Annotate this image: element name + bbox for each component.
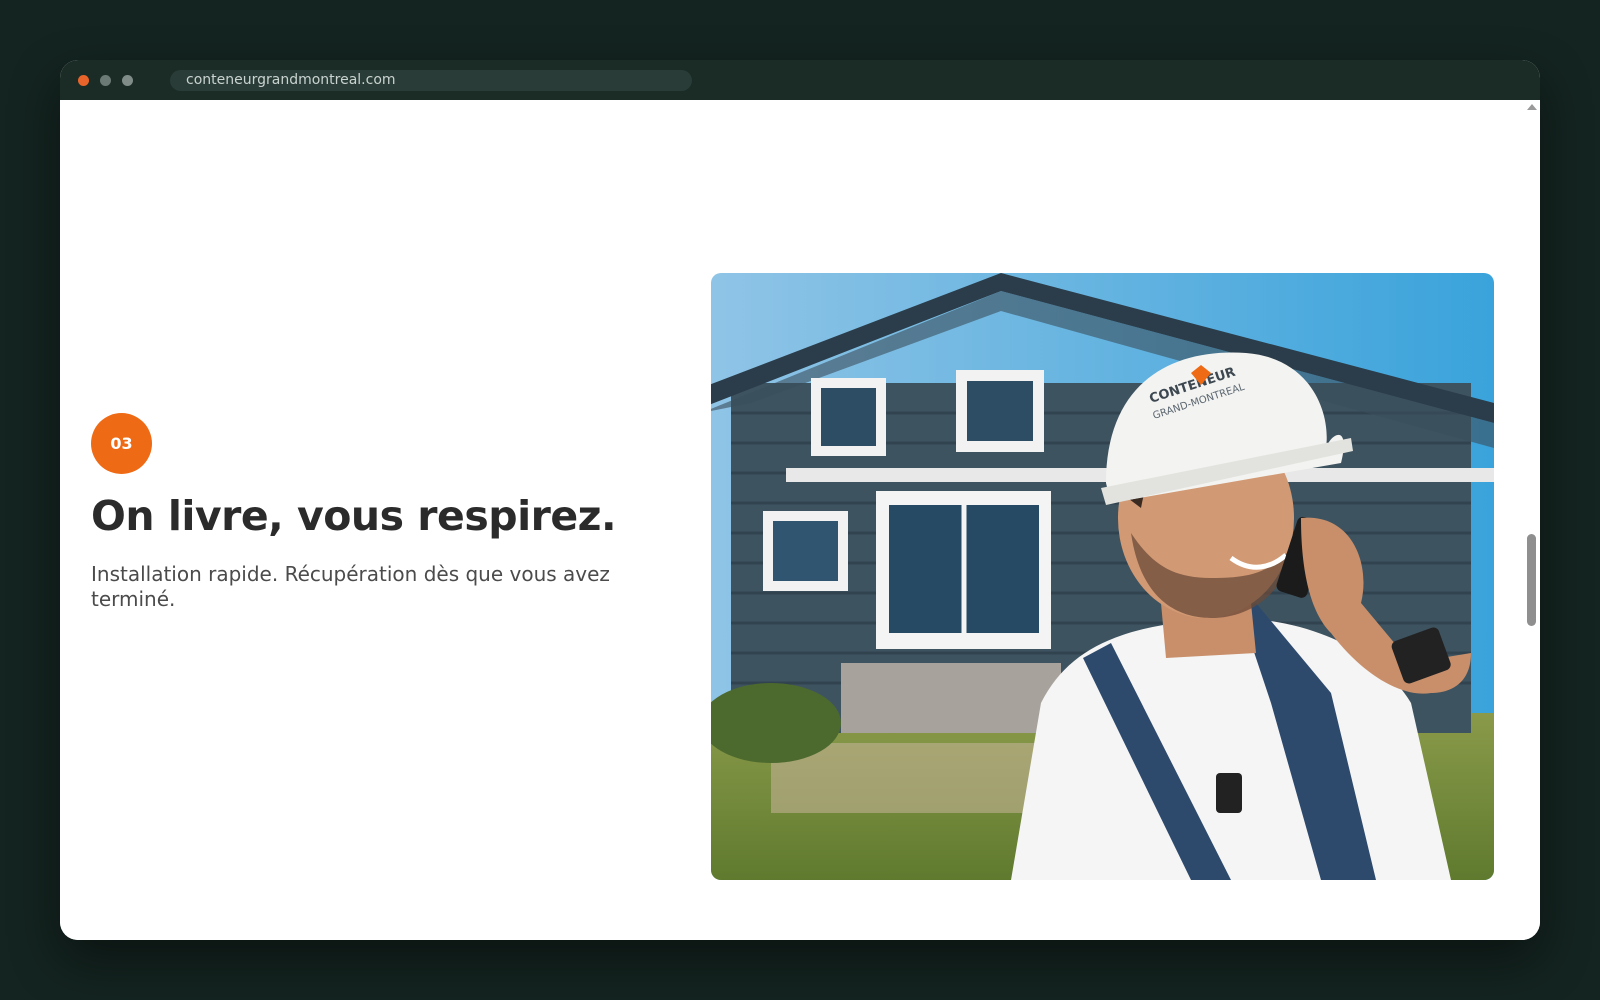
minimize-window-button[interactable]	[100, 75, 111, 86]
browser-titlebar: conteneurgrandmontreal.com	[60, 60, 1540, 100]
scrollbar-thumb[interactable]	[1527, 534, 1536, 626]
section-headline: On livre, vous respirez.	[91, 492, 617, 540]
maximize-window-button[interactable]	[122, 75, 133, 86]
close-window-button[interactable]	[78, 75, 89, 86]
address-bar[interactable]: conteneurgrandmontreal.com	[170, 70, 692, 91]
photo-illustration: CONTENEUR GRAND-MONTREAL	[711, 273, 1494, 880]
browser-window: conteneurgrandmontreal.com 03 On livre, …	[60, 60, 1540, 940]
section-description: Installation rapide. Récupération dès qu…	[91, 562, 610, 611]
worker-house-photo: CONTENEUR GRAND-MONTREAL	[711, 273, 1494, 880]
step-number-badge: 03	[91, 413, 152, 474]
scroll-up-arrow-icon[interactable]	[1527, 104, 1537, 110]
page-viewport: 03 On livre, vous respirez. Installation…	[60, 100, 1540, 940]
